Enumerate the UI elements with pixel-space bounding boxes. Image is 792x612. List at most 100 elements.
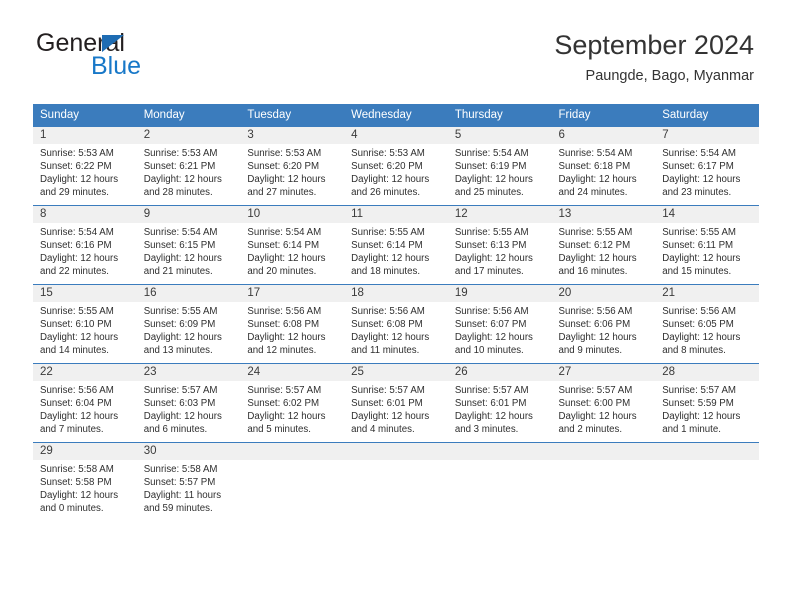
daylight-line1: Daylight: 12 hours [454, 252, 533, 264]
daylight-line2: and 11 minutes. [351, 344, 420, 356]
day-number: 14 [655, 206, 759, 223]
sunset-text: Sunset: 6:20 PM [247, 160, 320, 172]
day-cell[interactable]: 12 Sunrise: 5:55 AM Sunset: 6:13 PM Dayl… [447, 205, 552, 285]
sunrise-text: Sunrise: 5:57 AM [351, 385, 425, 396]
daylight-line1: Daylight: 12 hours [454, 173, 533, 185]
day-cell[interactable]: 1 Sunrise: 5:53 AM Sunset: 6:22 PM Dayli… [33, 126, 137, 206]
day-details: Sunrise: 5:57 AM Sunset: 5:59 PM Dayligh… [655, 381, 759, 437]
sunrise-text: Sunrise: 5:55 AM [662, 227, 736, 238]
day-cell[interactable]: 14 Sunrise: 5:55 AM Sunset: 6:11 PM Dayl… [655, 205, 759, 285]
day-cell[interactable]: 9 Sunrise: 5:54 AM Sunset: 6:15 PM Dayli… [136, 205, 241, 285]
sunrise-text: Sunrise: 5:57 AM [662, 385, 736, 396]
weekday-header-sunday: Sunday [33, 104, 137, 127]
day-number: 15 [33, 285, 137, 302]
daylight-line1: Daylight: 12 hours [351, 331, 430, 343]
day-cell[interactable]: 26 Sunrise: 5:57 AM Sunset: 6:01 PM Dayl… [447, 363, 552, 443]
daylight-line1: Daylight: 12 hours [558, 173, 637, 185]
day-cell[interactable]: 25 Sunrise: 5:57 AM Sunset: 6:01 PM Dayl… [344, 363, 448, 443]
day-details: Sunrise: 5:57 AM Sunset: 6:00 PM Dayligh… [552, 381, 656, 437]
daylight-line1: Daylight: 12 hours [351, 252, 430, 264]
day-cell[interactable]: 19 Sunrise: 5:56 AM Sunset: 6:07 PM Dayl… [447, 284, 552, 364]
sunrise-text: Sunrise: 5:57 AM [143, 385, 218, 396]
day-cell[interactable]: 6 Sunrise: 5:54 AM Sunset: 6:18 PM Dayli… [551, 126, 656, 206]
weekday-header-thursday: Thursday [447, 104, 552, 127]
day-cell[interactable]: 18 Sunrise: 5:56 AM Sunset: 6:08 PM Dayl… [344, 284, 448, 364]
day-cell[interactable]: 22 Sunrise: 5:56 AM Sunset: 6:04 PM Dayl… [33, 363, 137, 443]
daylight-line2: and 24 minutes. [558, 186, 628, 198]
day-cell[interactable]: 16 Sunrise: 5:55 AM Sunset: 6:09 PM Dayl… [136, 284, 241, 364]
daylight-line1: Daylight: 12 hours [143, 410, 222, 422]
day-cell[interactable]: 8 Sunrise: 5:54 AM Sunset: 6:16 PM Dayli… [33, 205, 137, 285]
day-cell[interactable]: 10 Sunrise: 5:54 AM Sunset: 6:14 PM Dayl… [240, 205, 345, 285]
sunrise-text: Sunrise: 5:54 AM [40, 227, 114, 238]
day-number [240, 443, 345, 460]
day-cell-empty [344, 442, 448, 521]
sunrise-text: Sunrise: 5:55 AM [558, 227, 633, 238]
daylight-line2: and 25 minutes. [454, 186, 524, 198]
day-cell[interactable]: 23 Sunrise: 5:57 AM Sunset: 6:03 PM Dayl… [136, 363, 241, 443]
weekday-header-saturday: Saturday [655, 104, 759, 127]
day-details: Sunrise: 5:56 AM Sunset: 6:06 PM Dayligh… [552, 302, 656, 358]
day-cell[interactable]: 30 Sunrise: 5:58 AM Sunset: 5:57 PM Dayl… [136, 442, 241, 521]
page-title: September 2024 [554, 30, 754, 60]
day-cell[interactable]: 17 Sunrise: 5:56 AM Sunset: 6:08 PM Dayl… [240, 284, 345, 364]
day-details: Sunrise: 5:55 AM Sunset: 6:10 PM Dayligh… [33, 302, 137, 358]
calendar-week-row: 15 Sunrise: 5:55 AM Sunset: 6:10 PM Dayl… [33, 284, 759, 364]
day-number: 6 [551, 127, 656, 144]
day-cell[interactable]: 11 Sunrise: 5:55 AM Sunset: 6:14 PM Dayl… [344, 205, 448, 285]
day-number: 3 [240, 127, 345, 144]
day-cell[interactable]: 27 Sunrise: 5:57 AM Sunset: 6:00 PM Dayl… [551, 363, 656, 443]
day-number: 2 [136, 127, 241, 144]
day-cell[interactable]: 5 Sunrise: 5:54 AM Sunset: 6:19 PM Dayli… [447, 126, 552, 206]
day-cell[interactable]: 2 Sunrise: 5:53 AM Sunset: 6:21 PM Dayli… [136, 126, 241, 206]
day-details: Sunrise: 5:55 AM Sunset: 6:12 PM Dayligh… [552, 223, 656, 279]
day-details: Sunrise: 5:56 AM Sunset: 6:04 PM Dayligh… [33, 381, 137, 437]
day-cell[interactable]: 4 Sunrise: 5:53 AM Sunset: 6:20 PM Dayli… [344, 126, 448, 206]
day-cell[interactable]: 3 Sunrise: 5:53 AM Sunset: 6:20 PM Dayli… [240, 126, 345, 206]
day-number: 18 [344, 285, 448, 302]
day-details: Sunrise: 5:55 AM Sunset: 6:11 PM Dayligh… [655, 223, 759, 279]
day-details: Sunrise: 5:55 AM Sunset: 6:14 PM Dayligh… [344, 223, 448, 279]
daylight-line2: and 26 minutes. [351, 186, 421, 198]
day-cell[interactable]: 7 Sunrise: 5:54 AM Sunset: 6:17 PM Dayli… [655, 126, 759, 206]
day-number: 16 [136, 285, 241, 302]
day-details: Sunrise: 5:53 AM Sunset: 6:20 PM Dayligh… [240, 144, 344, 200]
sunrise-text: Sunrise: 5:55 AM [40, 306, 114, 317]
day-details: Sunrise: 5:53 AM Sunset: 6:20 PM Dayligh… [344, 144, 448, 200]
day-number: 4 [344, 127, 448, 144]
daylight-line2: and 3 minutes. [454, 423, 519, 435]
sunrise-sunset-calendar: Sunday Monday Tuesday Wednesday Thursday… [33, 104, 759, 521]
day-cell[interactable]: 28 Sunrise: 5:57 AM Sunset: 5:59 PM Dayl… [655, 363, 759, 443]
sunset-text: Sunset: 6:15 PM [143, 239, 216, 251]
daylight-line2: and 18 minutes. [351, 265, 421, 277]
day-cell[interactable]: 21 Sunrise: 5:56 AM Sunset: 6:05 PM Dayl… [655, 284, 759, 364]
day-cell[interactable]: 29 Sunrise: 5:58 AM Sunset: 5:58 PM Dayl… [33, 442, 137, 521]
daylight-line2: and 59 minutes. [143, 502, 213, 514]
daylight-line2: and 4 minutes. [351, 423, 415, 435]
day-details: Sunrise: 5:56 AM Sunset: 6:05 PM Dayligh… [655, 302, 759, 358]
daylight-line1: Daylight: 12 hours [40, 489, 119, 501]
day-details: Sunrise: 5:55 AM Sunset: 6:09 PM Dayligh… [137, 302, 241, 358]
sunset-text: Sunset: 6:21 PM [143, 160, 216, 172]
day-details: Sunrise: 5:53 AM Sunset: 6:21 PM Dayligh… [137, 144, 241, 200]
sunrise-text: Sunrise: 5:53 AM [143, 148, 218, 159]
sunset-text: Sunset: 6:05 PM [662, 318, 734, 330]
day-number: 8 [33, 206, 137, 223]
day-cell[interactable]: 24 Sunrise: 5:57 AM Sunset: 6:02 PM Dayl… [240, 363, 345, 443]
sunset-text: Sunset: 6:13 PM [454, 239, 527, 251]
sunset-text: Sunset: 5:57 PM [143, 476, 216, 488]
daylight-line2: and 28 minutes. [143, 186, 213, 198]
day-cell[interactable]: 13 Sunrise: 5:55 AM Sunset: 6:12 PM Dayl… [551, 205, 656, 285]
sunset-text: Sunset: 6:11 PM [662, 239, 734, 251]
day-number: 29 [33, 443, 137, 460]
day-cell[interactable]: 15 Sunrise: 5:55 AM Sunset: 6:10 PM Dayl… [33, 284, 137, 364]
daylight-line2: and 6 minutes. [143, 423, 208, 435]
day-number [551, 443, 656, 460]
day-cell[interactable]: 20 Sunrise: 5:56 AM Sunset: 6:06 PM Dayl… [551, 284, 656, 364]
logo-text-blue: Blue [91, 52, 142, 80]
sunrise-text: Sunrise: 5:56 AM [247, 306, 322, 317]
sunset-text: Sunset: 6:06 PM [558, 318, 631, 330]
sunset-text: Sunset: 6:17 PM [662, 160, 734, 172]
calendar-week-row: 29 Sunrise: 5:58 AM Sunset: 5:58 PM Dayl… [33, 442, 759, 521]
general-blue-logo[interactable]: General Blue [36, 30, 266, 85]
